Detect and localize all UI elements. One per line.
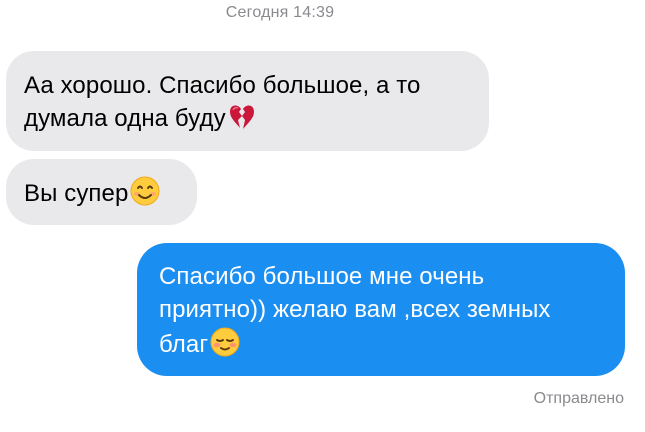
message-line: Аа хорошо. Спасибо большое, а то <box>24 72 421 99</box>
delivery-status: Отправлено <box>533 390 624 407</box>
incoming-message-bubble[interactable]: Аа хорошо. Спасибо большое, а то думала … <box>6 51 489 151</box>
broken-heart-icon <box>227 102 257 141</box>
blushing-face-icon <box>209 326 241 367</box>
message-timestamp: Сегодня 14:39 <box>225 4 335 21</box>
message-line: Вы супер <box>24 180 129 207</box>
incoming-message-bubble[interactable]: Вы супер <box>6 159 197 225</box>
message-text: Вы супер <box>24 175 161 216</box>
message-line: благ <box>159 331 209 358</box>
outgoing-message-bubble[interactable]: Спасибо большое мне очень приятно)) жела… <box>137 243 625 376</box>
message-line: думала одна буду <box>24 105 226 132</box>
message-text: Спасибо большое мне очень приятно)) жела… <box>159 260 551 367</box>
message-line-with-emoji: благ <box>159 326 551 367</box>
message-text: Аа хорошо. Спасибо большое, а то думала … <box>24 69 421 141</box>
message-line-with-emoji: думала одна буду <box>24 102 421 141</box>
chat-screen: Сегодня 14:39 Аа хорошо. Спасибо большое… <box>0 0 645 432</box>
smiling-face-icon <box>129 175 161 216</box>
message-line: Спасибо большое мне очень <box>159 263 485 290</box>
message-line: приятно)) желаю вам ,всех земных <box>159 296 551 323</box>
